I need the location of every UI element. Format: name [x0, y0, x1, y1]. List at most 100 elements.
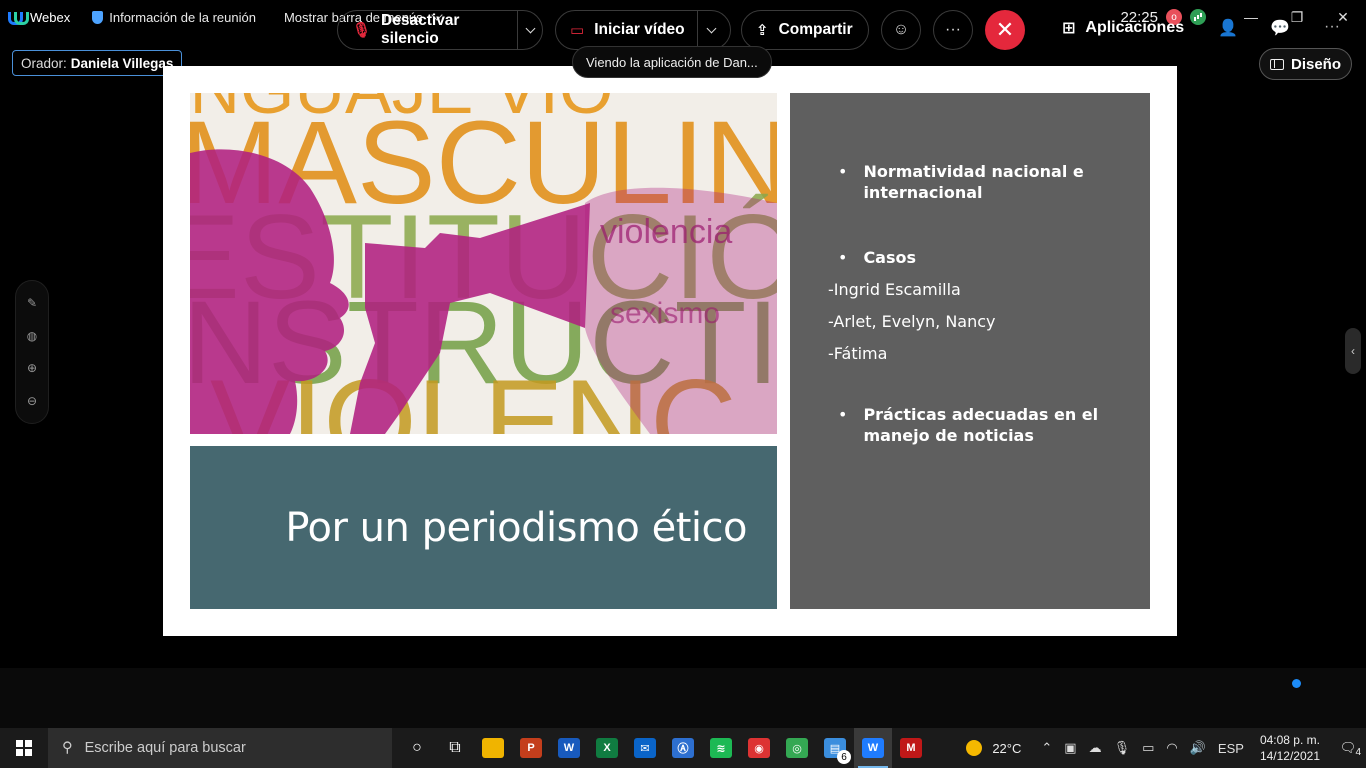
chevron-left-icon: ‹ — [1351, 344, 1355, 358]
chat-notification-dot — [1292, 679, 1301, 688]
participants-button[interactable]: 👤 — [1218, 18, 1238, 38]
headset-app-icon: ◉ — [748, 738, 770, 758]
mail-icon: ✉ — [634, 738, 656, 758]
volume-icon[interactable]: 🔊 — [1190, 740, 1206, 756]
start-button[interactable] — [0, 728, 48, 768]
notifications-button[interactable]: 🗨 4 — [1330, 740, 1366, 758]
layout-icon — [1269, 58, 1284, 70]
taskbar-app-mail[interactable]: ✉ — [626, 728, 664, 768]
overflow-menu-button[interactable]: ··· — [1324, 18, 1340, 36]
video-off-icon: ▭ — [570, 22, 585, 39]
smiley-icon: ☺ — [892, 21, 910, 38]
slide-artwork: INGUAJE VIO MASCULIN ESTITUCIÓN INSTRUCT… — [190, 93, 777, 434]
speaker-prefix: Orador: — [21, 55, 67, 71]
apps-button[interactable]: ⊞ Aplicaciones — [1062, 18, 1184, 38]
remote-control-icon[interactable]: ◍ — [27, 329, 37, 343]
taskbar-app-headset-app[interactable]: ◉ — [740, 728, 778, 768]
annotate-pen-icon[interactable]: ✎ — [27, 296, 37, 310]
weather-temp[interactable]: 22°C — [992, 741, 1021, 756]
reactions-button[interactable]: ☺ — [881, 10, 921, 50]
chevron-down-icon — [706, 23, 717, 33]
side-panel-toggle[interactable]: ‹ — [1345, 328, 1361, 374]
system-tray: 22°C ⌃ ▣ ☁ 🎙 ▭ ◠ 🔊 ESP 04:08 p. m. 14/12… — [966, 728, 1366, 768]
app-badge: 6 — [837, 750, 851, 764]
layout-button-label: Diseño — [1290, 55, 1341, 73]
start-video-label: Iniciar vídeo — [594, 21, 685, 38]
megaphone-illustration: INGUAJE VIO MASCULIN ESTITUCIÓN INSTRUCT… — [190, 93, 777, 434]
unmute-button[interactable]: 🎙 Desactivar silencio — [337, 10, 543, 50]
language-indicator[interactable]: ESP — [1218, 741, 1244, 756]
taskbar-app-spotify[interactable]: ≋ — [702, 728, 740, 768]
bullet-practicas: • Prácticas adecuadas en el manejo de not… — [838, 404, 1130, 446]
leave-meeting-button[interactable]: ✕ — [985, 10, 1025, 50]
word-icon: W — [558, 738, 580, 758]
apps-label: Aplicaciones — [1085, 19, 1185, 36]
file-explorer-icon — [482, 738, 504, 758]
network-stats-icon[interactable] — [1190, 9, 1206, 25]
onedrive-icon[interactable]: ☁ — [1089, 740, 1102, 756]
taskbar-clock[interactable]: 04:08 p. m. 14/12/2021 — [1260, 732, 1320, 764]
meeting-info-button[interactable]: Información de la reunión — [92, 10, 256, 25]
slide-title: Por un periodismo ético — [285, 504, 747, 551]
start-video-button[interactable]: ▭ Iniciar vídeo — [555, 10, 731, 50]
meeting-controls — [0, 668, 1366, 728]
microphone-icon[interactable]: 🎙 — [1114, 740, 1131, 756]
close-icon: ✕ — [995, 17, 1015, 42]
slide-title-box: Por un periodismo ético — [190, 446, 777, 609]
chevron-up-icon[interactable]: ⌃ — [1041, 740, 1052, 756]
bullet-text: Prácticas adecuadas en el manejo de noti… — [863, 405, 1099, 445]
cortana-button[interactable]: ○ — [398, 728, 436, 768]
case-item: -Ingrid Escamilla — [828, 280, 961, 299]
mic-off-icon: 🎙 — [352, 22, 372, 39]
speaker-name: Daniela Villegas — [70, 55, 174, 71]
chat-button[interactable]: 💬 — [1270, 18, 1290, 38]
layout-button[interactable]: Diseño — [1258, 48, 1352, 80]
viewing-banner[interactable]: Viendo la aplicación de Dan... — [572, 46, 772, 78]
taskbar-app-webex[interactable]: W — [854, 728, 892, 768]
windows-taskbar: ⚲ Escribe aquí para buscar ○ ⧉ P W X ✉ Ⓐ ≋ ◉ ◎ ▤… — [0, 728, 1366, 768]
share-label: Compartir — [778, 21, 853, 38]
more-options-button[interactable]: ··· — [933, 10, 973, 50]
webex-logo-icon — [8, 11, 29, 25]
audio-options-dropdown[interactable] — [517, 11, 542, 49]
chrome-icon: ◎ — [786, 738, 808, 758]
spotify-icon: ≋ — [710, 738, 732, 758]
unmute-label: Desactivar silencio — [381, 12, 460, 47]
task-view-button[interactable]: ⧉ — [436, 728, 474, 768]
taskbar-time: 04:08 p. m. — [1259, 733, 1320, 747]
shield-icon — [92, 10, 104, 24]
task-view-icon: ⧉ — [449, 739, 461, 756]
video-options-dropdown[interactable] — [696, 11, 725, 49]
taskbar-app-word[interactable]: W — [550, 728, 588, 768]
meeting-info-label: Información de la reunión — [109, 9, 256, 25]
ellipsis-icon: ··· — [1324, 18, 1340, 35]
webex-icon: W — [862, 738, 884, 758]
search-icon: ⚲ — [62, 740, 73, 756]
bullet-text: Casos — [863, 248, 917, 267]
taskbar-search[interactable]: ⚲ Escribe aquí para buscar — [48, 728, 392, 768]
taskbar-app-chrome[interactable]: ◎ — [778, 728, 816, 768]
ellipsis-icon: ··· — [945, 21, 961, 38]
taskbar-date: 14/12/2021 — [1259, 749, 1320, 763]
taskbar-app-editor[interactable]: Ⓐ — [664, 728, 702, 768]
app-brand: Webex — [8, 10, 70, 25]
share-button[interactable]: ⇪ Compartir — [741, 10, 869, 50]
wifi-icon[interactable]: ◠ — [1166, 740, 1177, 756]
notification-count: 4 — [1355, 747, 1361, 758]
zoom-out-icon[interactable]: ⊖ — [27, 394, 37, 408]
notification-icon: 🗨 — [1339, 740, 1357, 755]
powerpoint-icon: P — [520, 738, 542, 758]
taskbar-app-file-explorer[interactable] — [474, 728, 512, 768]
taskbar-app-excel[interactable]: X — [588, 728, 626, 768]
taskbar-app-powerpoint[interactable]: P — [512, 728, 550, 768]
taskbar-app-mcafee[interactable]: M — [892, 728, 930, 768]
search-placeholder: Escribe aquí para buscar — [84, 740, 246, 756]
meet-now-icon[interactable]: ▣ — [1064, 740, 1076, 756]
chevron-down-icon — [525, 23, 536, 33]
weather-icon[interactable] — [966, 740, 983, 756]
zoom-in-icon[interactable]: ⊕ — [27, 361, 37, 375]
chat-icon: 💬 — [1270, 20, 1290, 37]
bullet-text: Normatividad nacional e internacional — [863, 162, 1084, 202]
battery-icon[interactable]: ▭ — [1142, 740, 1154, 756]
taskbar-app-notepad[interactable]: ▤ 6 — [816, 728, 854, 768]
